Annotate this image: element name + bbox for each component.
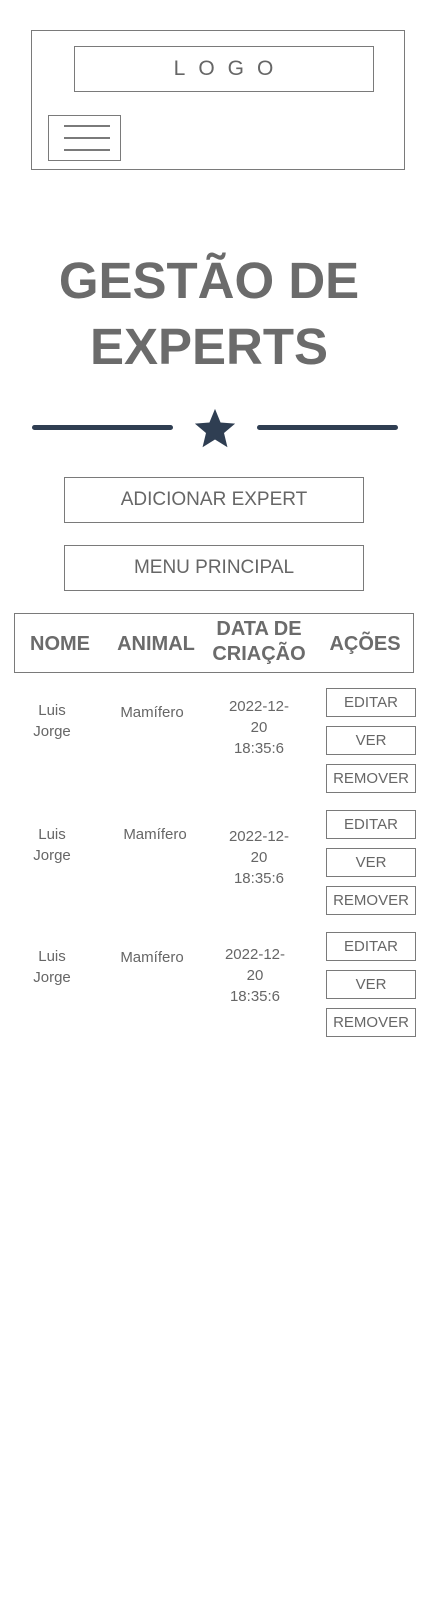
column-header-animal: ANIMAL bbox=[117, 633, 195, 655]
cell-date-line-2: 20 bbox=[250, 719, 268, 736]
column-header-date-line-1: DATA DE bbox=[216, 618, 302, 640]
cell-animal: Mamífero bbox=[120, 949, 184, 966]
logo[interactable]: LOGO bbox=[74, 46, 374, 92]
table-row: Luis Jorge Mamífero 2022-12- 20 18:35:6 … bbox=[14, 810, 418, 920]
cell-date: 2022-12- 20 18:35:6 bbox=[205, 944, 305, 1007]
remove-button[interactable]: REMOVER bbox=[326, 764, 416, 793]
hamburger-menu-button[interactable] bbox=[48, 115, 121, 161]
column-header-actions: AÇÕES bbox=[329, 633, 401, 655]
cell-name: Luis Jorge bbox=[14, 700, 90, 742]
cell-date-line-2: 20 bbox=[250, 849, 268, 866]
cell-date-line-3: 18:35:6 bbox=[233, 870, 285, 887]
cell-name-line-1: Luis bbox=[38, 826, 66, 843]
cell-date: 2022-12- 20 18:35:6 bbox=[209, 696, 309, 759]
cell-date: 2022-12- 20 18:35:6 bbox=[209, 826, 309, 889]
edit-button[interactable]: EDITAR bbox=[326, 932, 416, 961]
cell-date-line-3: 18:35:6 bbox=[233, 740, 285, 757]
column-header-date-line-2: CRIAÇÃO bbox=[212, 643, 306, 665]
view-button[interactable]: VER bbox=[326, 726, 416, 755]
cell-name-line-2: Jorge bbox=[33, 847, 71, 864]
cell-date-line-1: 2022-12- bbox=[228, 828, 290, 845]
cell-name-line-1: Luis bbox=[38, 948, 66, 965]
remove-button[interactable]: REMOVER bbox=[326, 1008, 416, 1037]
star-icon bbox=[194, 408, 236, 448]
cell-date-line-1: 2022-12- bbox=[224, 946, 286, 963]
cell-date-line-1: 2022-12- bbox=[228, 698, 290, 715]
hamburger-menu-icon bbox=[49, 116, 120, 160]
view-button[interactable]: VER bbox=[326, 848, 416, 877]
edit-button[interactable]: EDITAR bbox=[326, 688, 416, 717]
remove-button[interactable]: REMOVER bbox=[326, 886, 416, 915]
cell-animal: Mamífero bbox=[120, 704, 184, 721]
cell-name-line-1: Luis bbox=[38, 702, 66, 719]
cell-name: Luis Jorge bbox=[14, 824, 90, 866]
cell-date-line-3: 18:35:6 bbox=[229, 988, 281, 1005]
cell-name-line-2: Jorge bbox=[33, 969, 71, 986]
cell-animal: Mamífero bbox=[123, 826, 187, 843]
divider-left bbox=[32, 425, 173, 430]
table-row: Luis Jorge Mamífero 2022-12- 20 18:35:6 … bbox=[14, 932, 418, 1042]
main-menu-button[interactable]: MENU PRINCIPAL bbox=[64, 545, 364, 591]
column-header-name: NOME bbox=[30, 633, 90, 655]
column-header-date: DATA DE CRIAÇÃO bbox=[205, 618, 313, 665]
add-expert-button[interactable]: ADICIONAR EXPERT bbox=[64, 477, 364, 523]
page-title-line-2: EXPERTS bbox=[89, 318, 329, 375]
cell-date-line-2: 20 bbox=[246, 967, 264, 984]
page-title-line-1: GESTÃO DE bbox=[58, 252, 360, 309]
cell-name-line-2: Jorge bbox=[33, 723, 71, 740]
divider-right bbox=[257, 425, 398, 430]
table-row: Luis Jorge Mamífero 2022-12- 20 18:35:6 … bbox=[14, 688, 418, 798]
page-title: GESTÃO DE EXPERTS bbox=[0, 248, 418, 380]
view-button[interactable]: VER bbox=[326, 970, 416, 999]
cell-name: Luis Jorge bbox=[14, 946, 90, 988]
edit-button[interactable]: EDITAR bbox=[326, 810, 416, 839]
